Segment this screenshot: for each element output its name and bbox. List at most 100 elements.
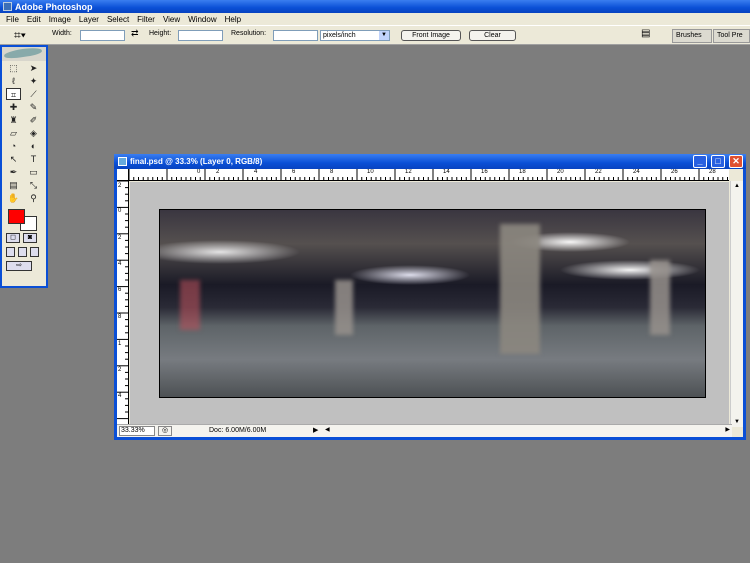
image-pillar [650, 260, 670, 335]
image-pillar [335, 280, 353, 335]
resolution-field[interactable] [273, 30, 318, 41]
menu-help[interactable]: Help [221, 15, 245, 24]
foreground-color-swatch[interactable] [8, 209, 25, 224]
dodge-tool-icon[interactable]: ◐ [26, 140, 41, 152]
ruler-horizontal[interactable]: 0 2 4 6 8 10 12 14 16 18 20 22 24 26 28 [129, 169, 729, 181]
zoom-tool-icon[interactable]: ⚲ [26, 192, 41, 204]
width-field[interactable] [80, 30, 125, 41]
scroll-up-arrow-icon[interactable]: ▲ [734, 183, 740, 189]
front-image-button[interactable]: Front Image [401, 30, 461, 41]
standard-mode-icon[interactable]: ◻ [6, 233, 20, 243]
clone-stamp-tool-icon[interactable]: ♜ [6, 114, 21, 126]
eraser-tool-icon[interactable]: ▱ [6, 127, 21, 139]
ruler-label: 6 [292, 169, 296, 175]
resolution-label: Resolution: [231, 30, 267, 37]
notes-tool-icon[interactable]: ▤ [6, 179, 21, 191]
well-tool-presets-tab[interactable]: Tool Pre [713, 29, 750, 43]
paint-bucket-tool-icon[interactable]: ◈ [26, 127, 41, 139]
status-menu-arrow-icon[interactable]: ▶ [313, 426, 322, 436]
zoom-field[interactable]: 33.33% [119, 426, 155, 436]
crop-tool-preset-icon[interactable]: ⌗▾ [14, 29, 26, 41]
swap-dimensions-icon[interactable]: ⇄ [131, 28, 139, 39]
well-brushes-tab[interactable]: Brushes [672, 29, 712, 43]
doc-size-info: Doc: 6.00M/6.00M [209, 427, 267, 434]
healing-brush-tool-icon[interactable]: ✚ [6, 101, 21, 113]
width-label: Width: [52, 30, 72, 37]
resolution-units-value: pixels/inch [323, 32, 356, 39]
shape-tool-icon[interactable]: ▭ [26, 166, 41, 178]
ruler-label: 8 [118, 314, 122, 320]
app-title: Adobe Photoshop [15, 1, 93, 12]
document-title: final.psd @ 33.3% (Layer 0, RGB/8) [130, 157, 263, 166]
blur-tool-icon[interactable]: ◔ [6, 140, 21, 152]
tool-grid: ⬚ ➤ ℓ ✦ ⌗ ⟋ ✚ ✎ ♜ ✐ ▱ ◈ ◔ ◐ ↖ T ✒ ▭ ▤ ⤡ … [2, 61, 46, 205]
vertical-scrollbar[interactable]: ▲ ▼ [730, 181, 743, 427]
marquee-tool-icon[interactable]: ⬚ [6, 62, 21, 74]
type-tool-icon[interactable]: T [26, 153, 41, 165]
full-screen-icon[interactable] [30, 247, 39, 257]
full-screen-menu-icon[interactable] [18, 247, 27, 257]
toolbox-header[interactable] [2, 46, 46, 61]
ruler-label: 2 [118, 183, 122, 189]
image-pillar [500, 224, 540, 354]
ruler-label: 28 [709, 169, 716, 175]
menu-select[interactable]: Select [103, 15, 133, 24]
ruler-label: 2 [216, 169, 220, 175]
lasso-tool-icon[interactable]: ℓ [6, 75, 21, 87]
app-titlebar: Adobe Photoshop [0, 0, 750, 13]
pen-tool-icon[interactable]: ✒ [6, 166, 21, 178]
status-info-icon[interactable]: ◎ [158, 426, 172, 436]
menu-edit[interactable]: Edit [23, 15, 45, 24]
document-titlebar[interactable]: final.psd @ 33.3% (Layer 0, RGB/8) [114, 154, 746, 169]
resolution-units-select[interactable]: pixels/inch ▼ [320, 30, 390, 41]
ruler-label: 8 [330, 169, 334, 175]
palette-well-icon[interactable]: ▤ [641, 28, 650, 39]
maximize-button[interactable]: □ [711, 155, 725, 168]
ruler-label: 4 [254, 169, 258, 175]
magic-wand-tool-icon[interactable]: ✦ [26, 75, 41, 87]
ruler-label: 0 [197, 169, 201, 175]
ruler-label: 16 [481, 169, 488, 175]
menu-file[interactable]: File [2, 15, 23, 24]
close-button[interactable]: ✕ [729, 155, 743, 168]
document-image[interactable] [159, 209, 706, 398]
scroll-down-arrow-icon[interactable]: ▼ [734, 419, 740, 425]
jump-to-imageready-icon[interactable]: ⇨ [6, 261, 32, 271]
menu-image[interactable]: Image [45, 15, 75, 24]
clear-button[interactable]: Clear [469, 30, 516, 41]
canvas-area[interactable] [130, 182, 729, 427]
ruler-label: 2 [118, 367, 122, 373]
slice-tool-icon[interactable]: ⟋ [26, 88, 41, 100]
ruler-label: 24 [633, 169, 640, 175]
ruler-label: 2 [118, 235, 122, 241]
ruler-label: 14 [443, 169, 450, 175]
path-selection-tool-icon[interactable]: ↖ [6, 153, 21, 165]
menu-window[interactable]: Window [184, 15, 220, 24]
ruler-label: 6 [118, 287, 122, 293]
menu-filter[interactable]: Filter [133, 15, 159, 24]
minimize-button[interactable]: _ [693, 155, 707, 168]
standard-screen-icon[interactable] [6, 247, 15, 257]
scroll-left-arrow-icon[interactable]: ◀ [325, 426, 330, 433]
crop-tool-icon[interactable]: ⌗ [6, 88, 21, 100]
height-field[interactable] [178, 30, 223, 41]
ruler-label: 4 [118, 393, 122, 399]
hand-tool-icon[interactable]: ✋ [6, 192, 21, 204]
ruler-label: 0 [118, 208, 122, 214]
menu-view[interactable]: View [159, 15, 184, 24]
ruler-vertical[interactable]: 2 0 2 4 6 8 1 2 4 [117, 181, 129, 427]
history-brush-tool-icon[interactable]: ✐ [26, 114, 41, 126]
eyedropper-tool-icon[interactable]: ⤡ [26, 179, 41, 191]
options-bar: ⌗▾ Width: ⇄ Height: Resolution: pixels/i… [0, 25, 750, 45]
status-bar: 33.33% ◎ Doc: 6.00M/6.00M ▶ ◀ ▶ [117, 424, 732, 437]
ruler-label: 26 [671, 169, 678, 175]
image-pillar [180, 280, 200, 330]
ruler-label: 4 [118, 261, 122, 267]
ruler-origin[interactable] [117, 169, 129, 181]
brush-tool-icon[interactable]: ✎ [26, 101, 41, 113]
mask-mode-row: ◻ ◙ [2, 231, 46, 245]
quick-mask-mode-icon[interactable]: ◙ [23, 233, 37, 243]
menu-layer[interactable]: Layer [75, 15, 103, 24]
scroll-right-arrow-icon[interactable]: ▶ [725, 426, 730, 433]
move-tool-icon[interactable]: ➤ [26, 62, 41, 74]
